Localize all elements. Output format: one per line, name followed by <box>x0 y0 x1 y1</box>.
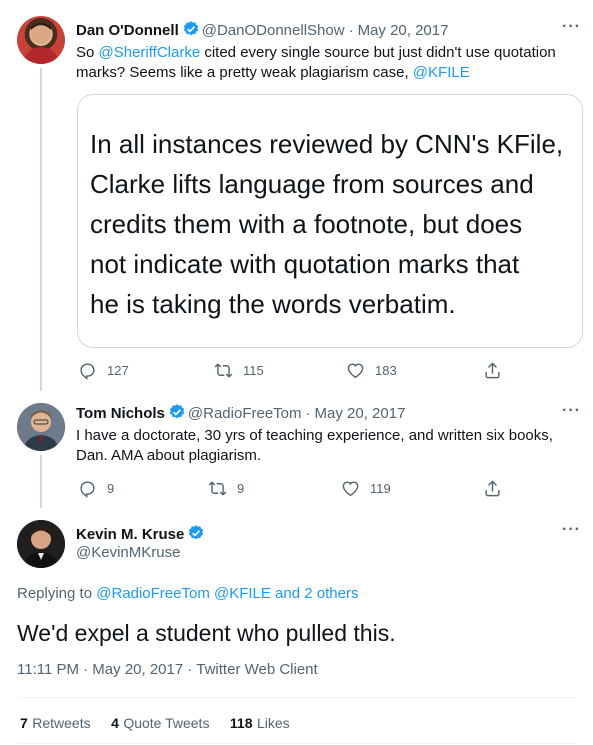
tweet1-reply-button[interactable]: 127 <box>78 361 129 380</box>
separator-dot: · <box>348 22 354 39</box>
tweet1-text-a: So <box>76 44 99 61</box>
replying-to-mentions[interactable]: @RadioFreeTom @KFILE and 2 others <box>96 585 358 602</box>
avatar-tom-nichols[interactable] <box>17 403 65 451</box>
separator-dot: · <box>305 405 311 422</box>
separator <box>17 743 576 744</box>
retweets-count: 7 <box>20 715 28 731</box>
tweet1-text: So @SheriffClarke cited every single sou… <box>76 43 576 83</box>
likes-stat[interactable]: 118 Likes <box>230 715 290 732</box>
tweet2-header: Tom Nichols @RadioFreeTom · May 20, 2017 <box>76 403 405 423</box>
main-tweet-text: We'd expel a student who pulled this. <box>17 620 396 646</box>
reply-icon <box>80 481 95 498</box>
quotes-stat[interactable]: 4 Quote Tweets <box>111 715 209 732</box>
tweet1-handle[interactable]: @DanODonnellShow <box>202 22 345 39</box>
avatar-kevin-kruse[interactable] <box>17 520 65 568</box>
tweet1-more-button[interactable]: ··· <box>562 18 581 36</box>
retweets-stat[interactable]: 7 Retweets <box>20 715 91 732</box>
engagement-stats: 7 Retweets 4 Quote Tweets 118 Likes <box>20 715 290 733</box>
retweet-icon <box>208 481 227 496</box>
main-author-handle[interactable]: @KevinMKruse <box>76 544 180 561</box>
tweet2-reply-button[interactable]: 9 <box>78 479 114 498</box>
card-line: In all instances reviewed by CNN's KFile… <box>90 129 564 159</box>
retweet-icon <box>214 363 233 378</box>
card-line: not indicate with quotation marks that <box>90 249 520 279</box>
tweet1-retweet-count: 115 <box>243 363 264 378</box>
tweet1-retweet-button[interactable]: 115 <box>214 361 264 380</box>
mention-sheriffclarke[interactable]: @SheriffClarke <box>99 44 201 61</box>
reply-icon <box>80 363 95 380</box>
avatar-portrait-icon <box>17 520 65 568</box>
heart-icon <box>347 363 364 379</box>
heart-icon <box>342 481 359 497</box>
tweet2-handle[interactable]: @RadioFreeTom <box>188 405 302 422</box>
avatar-portrait-icon <box>17 403 65 451</box>
main-tweet-timestamp[interactable]: 11:11 PM · May 20, 2017 · Twitter Web Cl… <box>17 661 318 678</box>
thread-line <box>40 68 42 391</box>
tweet2-author-name[interactable]: Tom Nichols <box>76 405 165 422</box>
card-line: credits them with a footnote, but does <box>90 209 523 239</box>
replying-to-prefix: Replying to <box>17 585 97 602</box>
main-tweet-header: Kevin M. Kruse <box>76 524 207 544</box>
verified-badge-icon <box>183 21 198 36</box>
main-author-name[interactable]: Kevin M. Kruse <box>76 526 184 543</box>
quotes-count: 4 <box>111 715 119 731</box>
tweet1-header: Dan O'Donnell @DanODonnellShow · May 20, 20… <box>76 20 448 40</box>
tweet2-retweet-button[interactable]: 9 <box>208 479 244 498</box>
tweet1-author-name[interactable]: Dan O'Donnell <box>76 22 179 39</box>
tweet1-like-count: 183 <box>375 363 397 378</box>
likes-label: Likes <box>256 715 290 731</box>
mention-kfile[interactable]: @KFILE <box>413 64 470 81</box>
tweet1-reply-count: 127 <box>107 363 129 378</box>
tweet1-like-button[interactable]: 183 <box>346 361 397 380</box>
tweet2-share-button[interactable] <box>483 479 512 498</box>
tweet2-like-count: 119 <box>370 481 391 496</box>
tweet1-share-button[interactable] <box>483 361 512 380</box>
verified-badge-icon <box>189 525 204 540</box>
retweets-label: Retweets <box>32 715 91 731</box>
tweet2-reply-count: 9 <box>107 481 115 496</box>
verified-badge-icon <box>169 404 185 419</box>
main-more-button[interactable]: ··· <box>562 521 581 539</box>
card-line: he is taking the words verbatim. <box>90 289 456 319</box>
thread-line <box>40 455 42 508</box>
likes-count: 118 <box>229 715 253 731</box>
share-icon <box>485 480 500 497</box>
replying-to: Replying to @RadioFreeTom @KFILE and 2 o… <box>17 585 358 602</box>
avatar-portrait-icon <box>23 22 59 64</box>
tweet2-retweet-count: 9 <box>237 481 245 496</box>
tweet2-date[interactable]: May 20, 2017 <box>315 405 406 422</box>
tweet1-date[interactable]: May 20, 2017 <box>358 22 449 39</box>
tweet1-image-card[interactable]: In all instances reviewed by CNN's KFile… <box>77 94 583 348</box>
share-icon <box>485 362 500 379</box>
separator <box>17 697 576 698</box>
tweet2-more-button[interactable]: ··· <box>562 402 581 420</box>
avatar-dan-odonnell[interactable] <box>17 16 65 64</box>
quotes-label: Quote Tweets <box>123 715 210 731</box>
card-line: Clarke lifts language from sources and <box>90 169 534 199</box>
tweet2-text: I have a doctorate, 30 yrs of teaching e… <box>76 427 553 464</box>
tweet2-like-button[interactable]: 119 <box>341 479 391 498</box>
